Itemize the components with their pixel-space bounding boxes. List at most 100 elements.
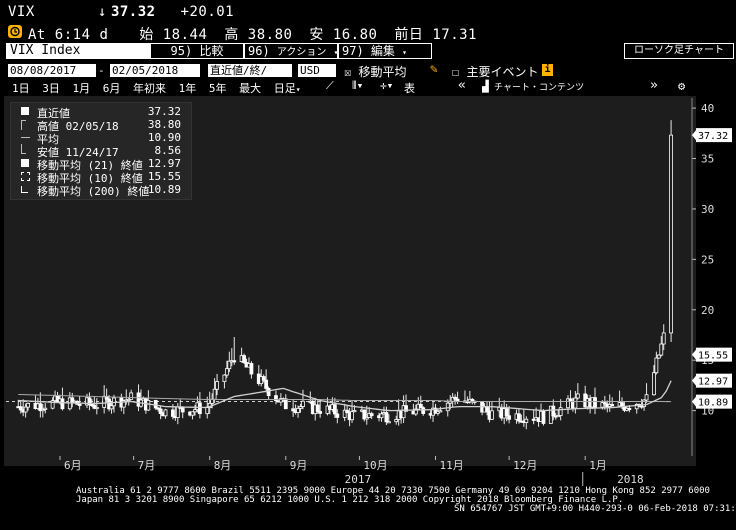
- price-label: 10.89: [698, 398, 728, 409]
- chart-type-button[interactable]: ローソク足チャート: [624, 43, 734, 59]
- price-field-select[interactable]: 直近値/終/: [208, 64, 292, 77]
- legend-value: 15.55: [147, 170, 181, 183]
- security-text: VIX Index: [10, 43, 81, 58]
- candle-body: [146, 400, 151, 411]
- date-from-dropdown[interactable]: [82, 64, 96, 77]
- candle-body: [215, 381, 219, 390]
- candle-body: [551, 405, 556, 417]
- x-month-label: 8月: [214, 459, 232, 472]
- candle-body: [485, 406, 489, 412]
- candle-body: [558, 407, 563, 416]
- y-tick-label: 20: [701, 304, 714, 317]
- legend-row-ma10: 移動平均 (10) 終値 15.55: [15, 170, 187, 185]
- y-tick-label: 30: [701, 203, 714, 216]
- edit-button[interactable]: 97) 編集 ▾: [338, 43, 432, 59]
- date-to-dropdown[interactable]: [186, 64, 200, 77]
- candle-body: [23, 406, 28, 413]
- candle-body: [652, 372, 656, 396]
- x-month-label: 9月: [290, 459, 308, 472]
- candle-body: [180, 406, 185, 413]
- y-tick-label: 25: [701, 253, 714, 266]
- chart-type-label: ローソク足チャート: [634, 45, 724, 56]
- candle-body: [661, 332, 666, 345]
- action-button[interactable]: 96) アクション ▾: [244, 43, 338, 59]
- legend-low-icon: [21, 144, 26, 154]
- candle-body: [158, 408, 163, 414]
- candle-body: [669, 134, 673, 334]
- legend-row-high: 高値 02/05/18 38.80: [15, 118, 187, 133]
- candle-body: [659, 343, 664, 356]
- currency-select[interactable]: USD: [298, 64, 336, 77]
- candle-body: [318, 411, 323, 414]
- legend-box-icon: [21, 107, 29, 115]
- candle-body: [266, 388, 271, 397]
- candle-body: [296, 407, 300, 413]
- edit-number: 97): [342, 44, 364, 58]
- candle-body: [170, 409, 175, 417]
- edit-label: 編集: [370, 44, 395, 58]
- legend-row-average: 平均 10.90: [15, 131, 187, 146]
- legend-average-icon: [21, 137, 30, 138]
- candle-body: [541, 410, 546, 424]
- security-field[interactable]: VIX Index: [6, 43, 152, 59]
- candle-body: [261, 376, 266, 381]
- chevron-down-icon: ▾: [402, 48, 407, 57]
- candle-body: [249, 363, 254, 375]
- action-number: 96): [248, 44, 270, 58]
- candle-body: [205, 407, 210, 415]
- candle-body: [610, 404, 615, 407]
- candle-body: [524, 418, 529, 423]
- checkbox-icon: ☐: [452, 65, 460, 79]
- x-year-label: 2017: [345, 473, 372, 486]
- chart-legend[interactable]: 直近値 37.32 高値 02/05/18 38.80 平均 10.90 安値 …: [10, 102, 192, 200]
- date-from-field[interactable]: 08/08/2017: [8, 64, 84, 77]
- open-value: 18.44: [162, 27, 208, 43]
- footer-session: SN 654767 JST GMT+9:00 H440-293-0 06-Feb…: [454, 504, 736, 514]
- price-label: 37.32: [698, 131, 728, 142]
- candle-body: [384, 412, 389, 423]
- x-month-label: 11月: [439, 459, 463, 472]
- candle-body: [438, 410, 443, 413]
- y-tick-label: 40: [701, 102, 714, 115]
- x-month-label: 6月: [64, 459, 82, 472]
- candle-body: [264, 379, 269, 389]
- quote-time: 6:14 d: [54, 27, 109, 43]
- compare-number: 95): [170, 44, 193, 58]
- candle-body: [573, 397, 578, 409]
- price-label-pointer: [692, 130, 696, 141]
- pencil-icon[interactable]: ✎: [430, 62, 438, 77]
- candle-body: [445, 402, 450, 412]
- price-label-pointer: [692, 375, 696, 386]
- candle-body: [109, 405, 114, 410]
- legend-high-icon: [21, 120, 26, 130]
- moving-average-label: 移動平均: [358, 65, 407, 79]
- high-label: 高: [224, 27, 239, 43]
- candle-body: [335, 413, 340, 418]
- candle-body: [77, 403, 82, 406]
- info-icon[interactable]: i: [542, 64, 553, 76]
- compare-button[interactable]: 95) 比較: [150, 43, 244, 59]
- clock-icon: [8, 25, 22, 38]
- candle-body: [197, 402, 202, 415]
- checkbox-checked-icon: ☒: [344, 65, 352, 79]
- candle-body: [620, 402, 624, 407]
- date-to: 02/05/2018: [112, 64, 179, 77]
- candle-body: [350, 411, 354, 421]
- last-price: ↓ 37.32 +20.01: [98, 4, 234, 20]
- legend-dashed-box-icon: [21, 172, 30, 181]
- date-to-field[interactable]: 02/05/2018: [110, 64, 186, 77]
- candle-body: [517, 413, 521, 422]
- moving-average-toggle[interactable]: ☒ 移動平均: [344, 63, 406, 80]
- legend-value: 10.90: [147, 131, 181, 144]
- candle-body: [242, 355, 246, 363]
- candle-body: [627, 407, 632, 410]
- candle-body: [656, 354, 661, 359]
- legend-value: 10.89: [147, 183, 181, 196]
- low-label: 安: [309, 27, 324, 43]
- candle-body: [369, 413, 374, 417]
- date-separator: -: [98, 64, 105, 77]
- y-tick-label: 35: [701, 153, 714, 166]
- candle-body: [507, 415, 512, 420]
- candle-body: [418, 403, 423, 409]
- candle-body: [212, 388, 217, 400]
